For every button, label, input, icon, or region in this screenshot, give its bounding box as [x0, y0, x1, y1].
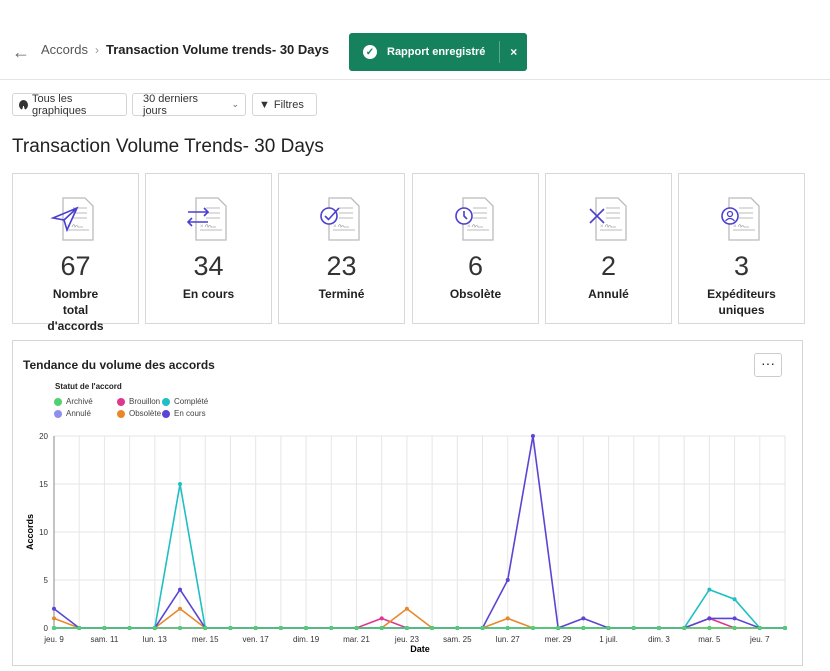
data-point — [455, 626, 460, 630]
x-tick-label: jeu. 23 — [394, 635, 420, 644]
data-point — [178, 626, 183, 630]
x-tick-label: lun. 27 — [496, 635, 521, 644]
data-point — [732, 597, 737, 602]
data-point — [102, 626, 107, 630]
data-point — [505, 616, 510, 621]
data-point — [606, 626, 611, 630]
data-point — [682, 626, 687, 630]
data-point — [404, 626, 409, 630]
data-point — [480, 626, 485, 630]
x-tick-label: dim. 3 — [648, 635, 670, 644]
data-point — [707, 626, 712, 630]
x-axis-label: Date — [410, 644, 430, 654]
data-point — [732, 616, 737, 621]
data-point — [530, 434, 535, 438]
data-point — [178, 587, 183, 592]
x-tick-label: jeu. 7 — [749, 635, 770, 644]
series-line — [54, 483, 785, 629]
data-point — [52, 626, 56, 630]
data-point — [278, 626, 283, 630]
data-point — [253, 626, 258, 630]
data-point — [581, 626, 586, 630]
data-point — [656, 626, 661, 630]
data-point — [152, 626, 157, 630]
data-point — [354, 626, 359, 630]
data-point — [783, 626, 787, 630]
data-point — [77, 626, 82, 630]
x-tick-label: sam. 11 — [90, 635, 118, 644]
data-point — [178, 482, 183, 486]
data-point — [757, 626, 762, 630]
y-tick-label: 5 — [44, 576, 49, 585]
x-tick-label: mar. 21 — [343, 635, 370, 644]
data-point — [228, 626, 233, 630]
data-point — [329, 626, 334, 630]
data-point — [404, 606, 409, 611]
data-point — [505, 578, 510, 582]
y-tick-label: 20 — [39, 432, 48, 441]
data-point — [581, 616, 586, 621]
y-tick-label: 15 — [39, 480, 48, 489]
data-point — [556, 626, 561, 630]
data-point — [379, 616, 384, 621]
data-point — [304, 626, 309, 630]
x-tick-label: ven. 17 — [243, 635, 270, 644]
data-point — [52, 606, 56, 611]
data-point — [732, 626, 737, 630]
data-point — [707, 616, 712, 621]
x-tick-label: 1 juil. — [599, 635, 618, 644]
data-point — [631, 626, 636, 630]
x-tick-label: jeu. 9 — [43, 635, 64, 644]
data-point — [178, 606, 183, 611]
data-point — [530, 626, 535, 630]
data-point — [430, 626, 435, 630]
y-axis-label: Accords — [25, 514, 35, 550]
data-point — [707, 587, 712, 592]
line-chart: 0 5 10 15 20 jeu. 9 sam. 11 lun. 13 mer. 15 ven. … — [25, 432, 787, 654]
y-tick-label: 0 — [44, 624, 49, 633]
x-tick-label: sam. 25 — [443, 635, 472, 644]
data-point — [203, 626, 208, 630]
y-tick-label: 10 — [39, 528, 48, 537]
series-line — [54, 617, 785, 629]
x-tick-label: mer. 15 — [192, 635, 219, 644]
series-line — [53, 607, 785, 629]
data-point — [379, 626, 384, 630]
x-tick-label: mar. 5 — [698, 635, 721, 644]
x-tick-label: mer. 29 — [545, 635, 572, 644]
data-point — [127, 626, 132, 630]
data-point — [52, 616, 56, 621]
x-tick-label: lun. 13 — [143, 635, 168, 644]
x-tick-label: dim. 19 — [293, 635, 320, 644]
data-point — [505, 626, 510, 630]
